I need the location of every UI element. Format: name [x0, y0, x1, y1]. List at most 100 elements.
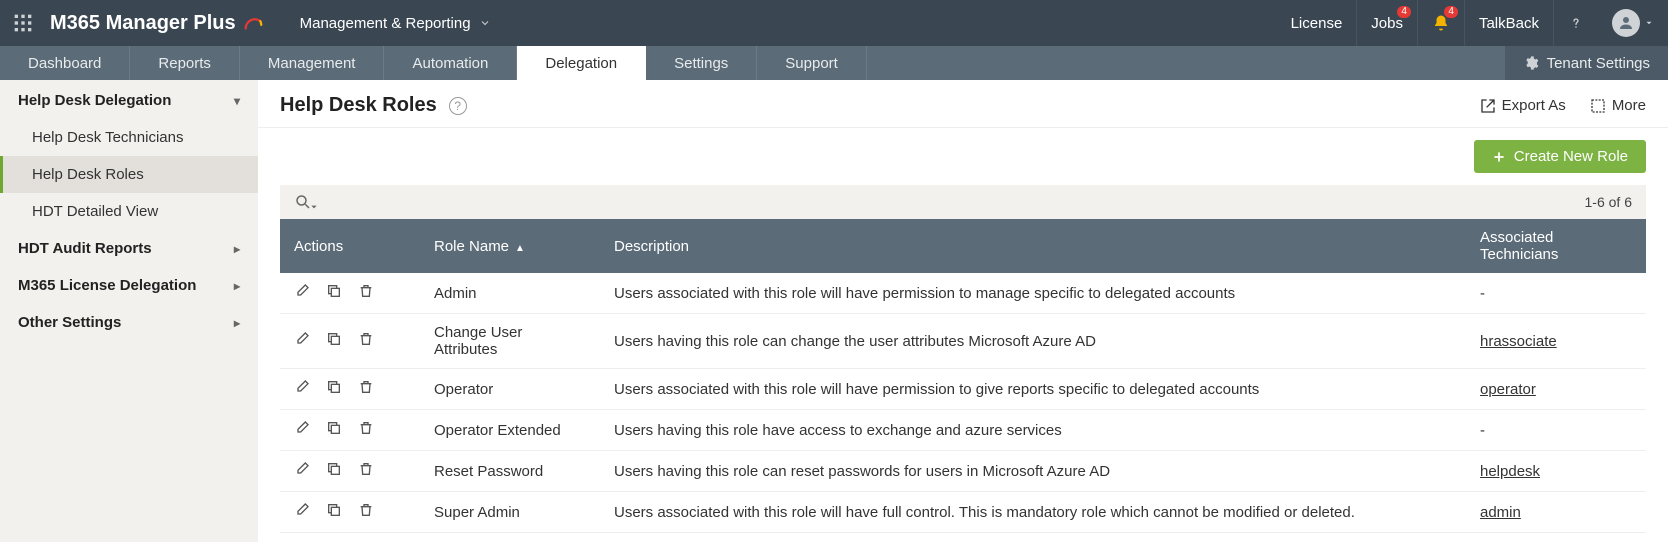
help-button[interactable]: [1553, 0, 1598, 46]
delete-icon[interactable]: [358, 502, 374, 522]
delete-icon[interactable]: [358, 379, 374, 399]
description-cell: Users associated with this role will hav…: [600, 369, 1466, 410]
caret-right-icon: ▸: [234, 242, 240, 256]
sidebar-item-label: Help Desk Roles: [32, 166, 144, 183]
sidebar-group-help-desk-delegation[interactable]: Help Desk Delegation ▾: [0, 82, 258, 119]
content: Help Desk Roles ? Export As More Create …: [258, 80, 1668, 542]
technician-link[interactable]: helpdesk: [1480, 463, 1540, 480]
col-label: Associated Technicians: [1480, 229, 1558, 263]
user-menu[interactable]: [1598, 9, 1668, 37]
tab-label: Management: [268, 55, 356, 72]
delete-icon[interactable]: [358, 283, 374, 303]
sidebar-item-detailed-view[interactable]: HDT Detailed View: [0, 193, 258, 230]
edit-icon[interactable]: [294, 461, 310, 481]
notifications-button[interactable]: 4: [1417, 0, 1464, 46]
technician-link[interactable]: operator: [1480, 381, 1536, 398]
edit-icon[interactable]: [294, 379, 310, 399]
top-header: M365 Manager Plus Management & Reporting…: [0, 0, 1668, 46]
user-icon: [1617, 14, 1635, 32]
delete-icon[interactable]: [358, 420, 374, 440]
jobs-link[interactable]: Jobs 4: [1356, 0, 1417, 46]
col-role-name[interactable]: Role Name ▲: [420, 219, 600, 273]
user-avatar: [1612, 9, 1640, 37]
sidebar-group-hdt-audit[interactable]: HDT Audit Reports ▸: [0, 230, 258, 267]
app-title: M365 Manager Plus: [50, 12, 264, 35]
search-caret-icon: [310, 203, 318, 211]
delete-icon[interactable]: [358, 461, 374, 481]
export-icon: [1480, 98, 1496, 114]
app-grid-icon[interactable]: [0, 0, 46, 46]
tab-automation[interactable]: Automation: [384, 46, 517, 80]
technicians-cell: helpdesk: [1466, 451, 1646, 492]
caret-right-icon: ▸: [234, 316, 240, 330]
table-row: OperatorUsers associated with this role …: [280, 369, 1646, 410]
page-help-icon[interactable]: ?: [449, 97, 467, 115]
tab-label: Settings: [674, 55, 728, 72]
delete-icon[interactable]: [358, 331, 374, 351]
copy-icon[interactable]: [326, 502, 342, 522]
tab-dashboard[interactable]: Dashboard: [0, 46, 130, 80]
copy-icon[interactable]: [326, 461, 342, 481]
question-icon: [1568, 15, 1584, 31]
page-title: Help Desk Roles: [280, 94, 437, 117]
action-bar: Create New Role: [258, 127, 1668, 185]
nav-bar: Dashboard Reports Management Automation …: [0, 46, 1668, 80]
sort-asc-icon: ▲: [515, 243, 525, 254]
table-row: Operator ExtendedUsers having this role …: [280, 410, 1646, 451]
header-right: License Jobs 4 4 TalkBack: [1277, 0, 1668, 46]
plus-icon: [1492, 150, 1506, 164]
description-cell: Users associated with this role will hav…: [600, 273, 1466, 314]
table-row: Change User AttributesUsers having this …: [280, 314, 1646, 369]
sidebar-group-m365-license[interactable]: M365 License Delegation ▸: [0, 267, 258, 304]
sidebar-item-roles[interactable]: Help Desk Roles: [0, 156, 258, 193]
license-link[interactable]: License: [1277, 0, 1357, 46]
sidebar-group-label: Other Settings: [18, 314, 121, 331]
table: Actions Role Name▲ Description Associate…: [280, 219, 1646, 533]
copy-icon[interactable]: [326, 283, 342, 303]
technicians-cell: -: [1466, 410, 1646, 451]
edit-icon[interactable]: [294, 502, 310, 522]
table-search-button[interactable]: [294, 193, 318, 211]
content-header: Help Desk Roles ? Export As More: [258, 80, 1668, 127]
edit-icon[interactable]: [294, 331, 310, 351]
license-label: License: [1291, 15, 1343, 32]
tab-reports[interactable]: Reports: [130, 46, 240, 80]
tab-label: Delegation: [545, 55, 617, 72]
sidebar-group-other-settings[interactable]: Other Settings ▸: [0, 304, 258, 341]
description-cell: Users having this role can reset passwor…: [600, 451, 1466, 492]
technician-link[interactable]: hrassociate: [1480, 333, 1557, 350]
tenant-settings-button[interactable]: Tenant Settings: [1505, 46, 1668, 80]
copy-icon[interactable]: [326, 331, 342, 351]
sidebar: Help Desk Delegation ▾ Help Desk Technic…: [0, 80, 258, 542]
table-header-row: Actions Role Name▲ Description Associate…: [280, 219, 1646, 273]
edit-icon[interactable]: [294, 283, 310, 303]
table-toolbar: 1-6 of 6: [280, 185, 1646, 219]
more-button[interactable]: More: [1590, 97, 1646, 114]
description-cell: Users having this role can change the us…: [600, 314, 1466, 369]
talkback-label: TalkBack: [1479, 15, 1539, 32]
context-dropdown-label: Management & Reporting: [300, 15, 471, 32]
role-name-cell: Reset Password: [420, 451, 600, 492]
table-row: AdminUsers associated with this role wil…: [280, 273, 1646, 314]
notifications-badge: 4: [1444, 6, 1458, 18]
col-label: Role Name: [434, 238, 509, 255]
context-dropdown[interactable]: Management & Reporting: [300, 15, 491, 32]
tab-support[interactable]: Support: [757, 46, 867, 80]
technician-link[interactable]: admin: [1480, 504, 1521, 521]
create-label: Create New Role: [1514, 148, 1628, 165]
export-as-button[interactable]: Export As: [1480, 97, 1566, 114]
copy-icon[interactable]: [326, 420, 342, 440]
technicians-cell: admin: [1466, 492, 1646, 533]
col-associated-technicians: Associated Technicians: [1466, 219, 1646, 273]
sidebar-item-technicians[interactable]: Help Desk Technicians: [0, 119, 258, 156]
edit-icon[interactable]: [294, 420, 310, 440]
description-cell: Users associated with this role will hav…: [600, 492, 1466, 533]
tab-management[interactable]: Management: [240, 46, 385, 80]
caret-right-icon: ▸: [234, 279, 240, 293]
jobs-label: Jobs: [1371, 15, 1403, 32]
talkback-link[interactable]: TalkBack: [1464, 0, 1553, 46]
tab-delegation[interactable]: Delegation: [517, 46, 646, 80]
tab-settings[interactable]: Settings: [646, 46, 757, 80]
copy-icon[interactable]: [326, 379, 342, 399]
create-new-role-button[interactable]: Create New Role: [1474, 140, 1646, 173]
